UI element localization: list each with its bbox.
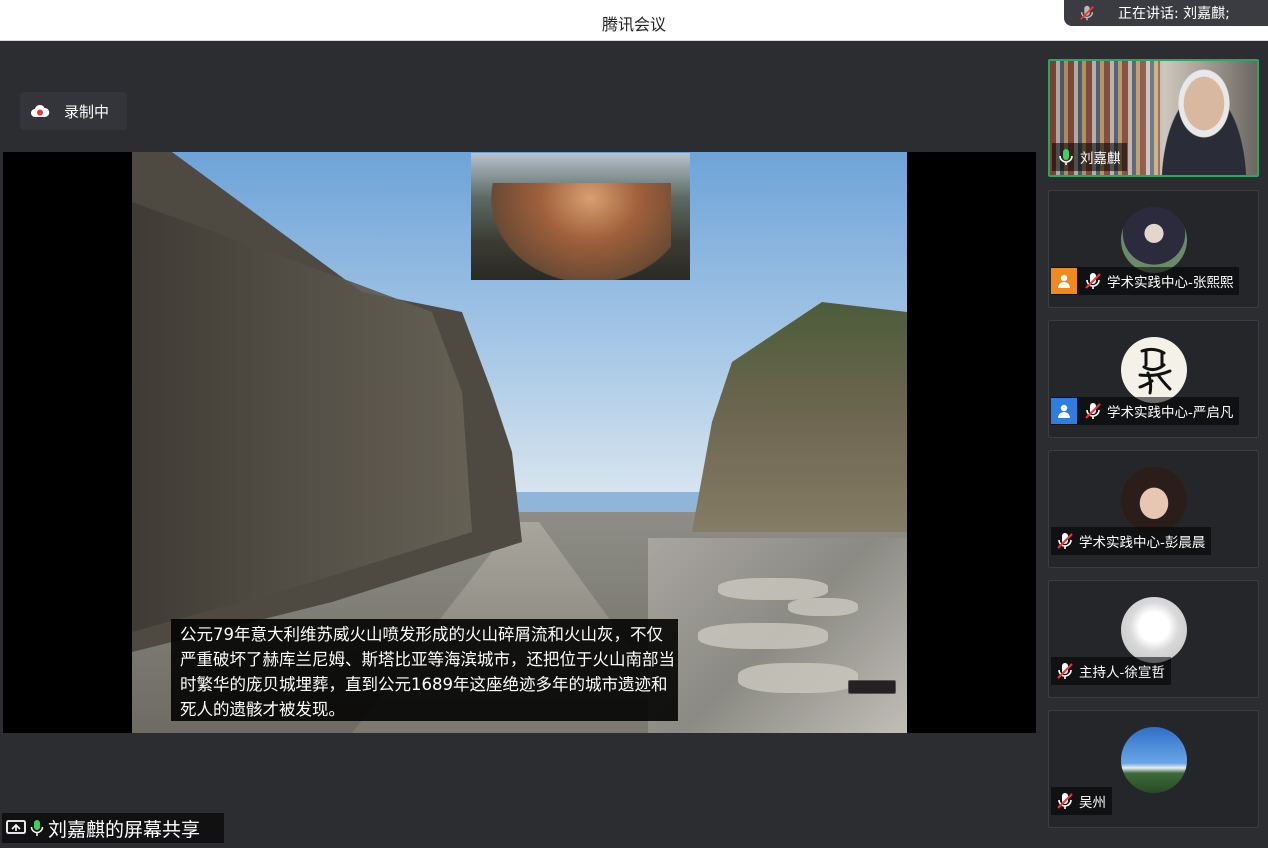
avatar [1121,467,1187,533]
participant-name: 主持人-徐宣哲 [1079,665,1165,681]
participant-tile[interactable]: 学术实践中心-严启凡 [1048,320,1259,438]
recording-label: 录制中 [64,102,110,121]
participant-label: 主持人-徐宣哲 [1051,657,1171,685]
mic-muted-icon [1057,793,1073,809]
participant-tile[interactable]: 主持人-徐宣哲 [1048,580,1259,698]
participant-tile[interactable]: 刘嘉麒 [1048,59,1259,177]
screen-share-icon [6,820,26,834]
participant-tile[interactable]: 学术实践中心-彭晨晨 [1048,450,1259,568]
calligraphy-avatar-icon [1138,347,1172,395]
mic-on-icon [1059,149,1073,165]
participant-name: 学术实践中心-严启凡 [1107,405,1234,421]
avatar [1121,337,1187,403]
participant-name: 刘嘉麒 [1080,151,1121,167]
participant-name: 学术实践中心-张熙熙 [1107,275,1234,291]
mic-muted-icon [1085,273,1101,289]
participant-label: 学术实践中心-严启凡 [1051,397,1240,425]
participant-label: 学术实践中心-彭晨晨 [1051,527,1212,555]
speaking-text: 正在讲话: 刘嘉麒; [1118,6,1230,22]
cloud-record-icon [31,104,50,117]
speaking-indicator: 正在讲话: 刘嘉麒; [1064,0,1268,26]
person-role-icon [1051,268,1077,294]
avatar [1121,727,1187,793]
avatar [1121,597,1187,663]
body-casts-photo [648,538,907,733]
mic-muted-icon [1057,663,1073,679]
participant-tile[interactable]: 学术实践中心-张熙熙 [1048,190,1259,308]
mic-muted-icon [1080,5,1094,21]
share-owner-label: 刘嘉麒的屏幕共享 [48,818,201,841]
mic-muted-icon [1057,533,1073,549]
avatar [1121,207,1187,273]
participant-label: 吴州 [1051,787,1112,815]
participant-label: 学术实践中心-张熙熙 [1051,267,1240,295]
mic-muted-icon [1085,403,1101,419]
slide-toolbar[interactable] [848,680,896,694]
recording-indicator[interactable]: 录制中 [20,92,127,130]
person-role-icon [1051,398,1077,424]
screen-share-label: 刘嘉麒的屏幕共享 [2,813,224,843]
participant-label: 刘嘉麒 [1052,143,1127,171]
participant-tile[interactable]: 吴州 [1048,710,1259,828]
mic-on-icon [30,820,44,836]
volcano-photo [471,153,690,280]
participant-name: 吴州 [1079,795,1106,811]
participant-name: 学术实践中心-彭晨晨 [1079,535,1206,551]
slide-caption: 公元79年意大利维苏威火山喷发形成的火山碎屑流和火山灰，不仅严重破坏了赫库兰尼姆… [171,619,678,721]
